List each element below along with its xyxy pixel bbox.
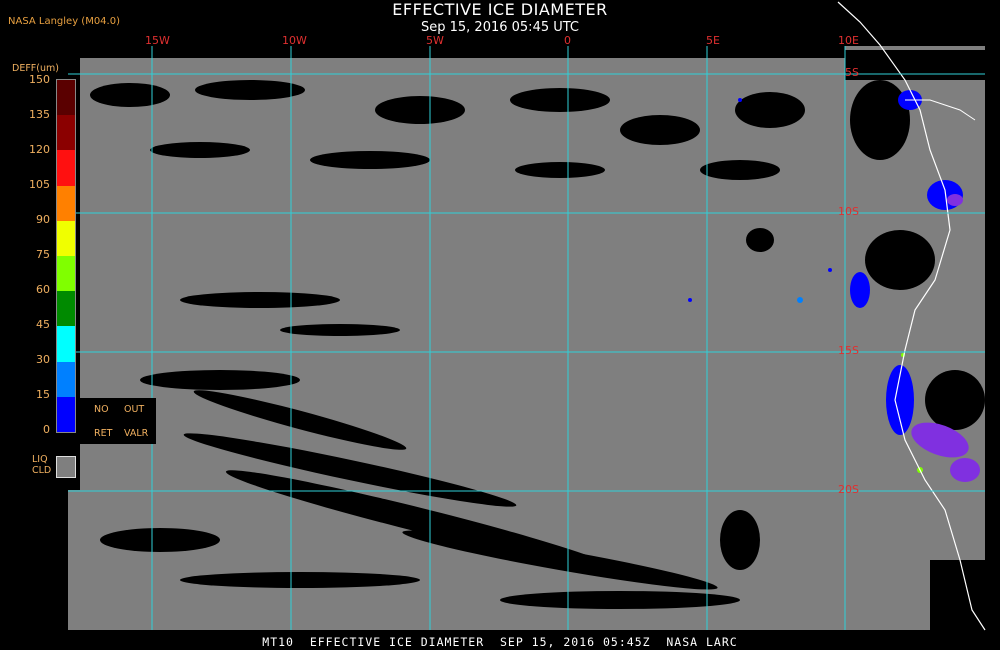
colorbar-tick: 135	[29, 108, 50, 121]
colorbar-segment	[57, 115, 75, 151]
colorbar-segment	[57, 150, 75, 186]
colorbar	[56, 79, 76, 433]
lon-label-10e: 10E	[838, 34, 859, 47]
colorbar-segment	[57, 326, 75, 362]
legend-no-label: NO	[94, 404, 109, 415]
lon-label-10w: 10W	[282, 34, 307, 47]
lat-label-15s: 15S	[838, 344, 859, 357]
map-canvas	[68, 1, 986, 631]
timestamp-subtitle: Sep 15, 2016 05:45 UTC	[420, 20, 580, 35]
colorbar-tick: 90	[36, 213, 50, 226]
legend-ret-label: RET	[94, 428, 113, 439]
lon-label-5w: 5W	[426, 34, 444, 47]
legend-valr-label: VALR	[124, 428, 149, 439]
colorbar-tick: 75	[36, 248, 50, 261]
colorbar-tick: 30	[36, 353, 50, 366]
lon-label-5e: 5E	[706, 34, 720, 47]
provider-label: NASA Langley (M04.0)	[8, 16, 120, 27]
colorbar-segment	[57, 396, 75, 432]
colorbar-tick: 45	[36, 318, 50, 331]
lat-label-5s: 5S	[845, 66, 859, 79]
colorbar-tick: 0	[43, 423, 50, 436]
legend-liq-label: LIQ	[32, 454, 48, 465]
colorbar-tick: 60	[36, 283, 50, 296]
legend-cld-label: CLD	[32, 465, 52, 476]
colorbar-segment	[57, 185, 75, 221]
colorbar-segment	[57, 361, 75, 397]
colorbar-tick: 120	[29, 143, 50, 156]
liquid-cloud-swatch	[56, 456, 76, 478]
colorbar-segment	[57, 80, 75, 116]
colorbar-tick: 15	[36, 388, 50, 401]
colorbar-segment	[57, 291, 75, 327]
legend-out-label: OUT	[124, 404, 145, 415]
colorbar-segment	[57, 220, 75, 256]
lon-label-0: 0	[564, 34, 571, 47]
lon-label-15w: 15W	[145, 34, 170, 47]
colorbar-tick: 105	[29, 178, 50, 191]
colorbar-tick: 150	[29, 73, 50, 86]
map-background-left	[68, 490, 88, 630]
footer-caption: MT10 EFFECTIVE ICE DIAMETER SEP 15, 2016…	[262, 635, 738, 649]
colorbar-segment	[57, 256, 75, 292]
lat-label-20s: 20S	[838, 483, 859, 496]
lat-label-10s: 10S	[838, 205, 859, 218]
chart-title: EFFECTIVE ICE DIAMETER	[392, 0, 608, 19]
